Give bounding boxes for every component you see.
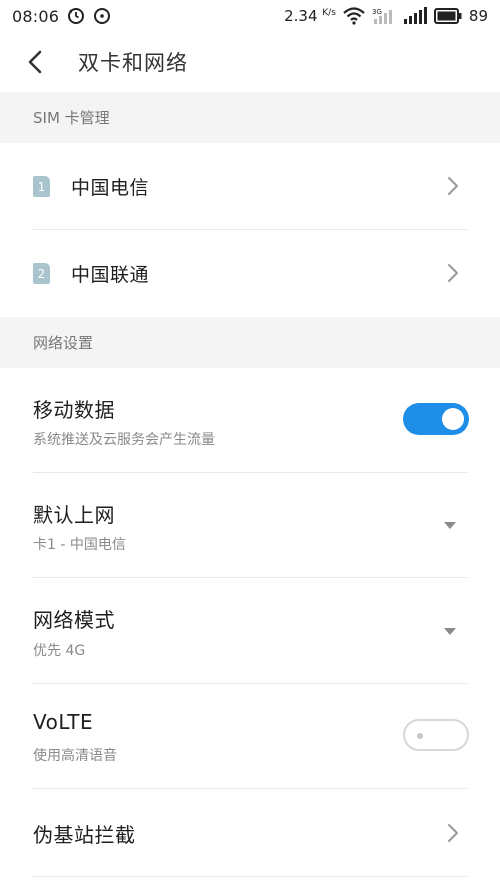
volte-toggle[interactable] [403,719,469,751]
dropdown-arrow-icon [444,522,456,529]
mobile-data-title: 移动数据 [33,398,115,422]
page-title: 双卡和网络 [78,51,188,75]
svg-text:3G: 3G [372,8,382,16]
signal-3g-icon: 3G [372,7,396,25]
sim-2-badge: 2 [33,263,50,284]
fake-station-title: 伪基站拦截 [33,823,136,847]
sim-1-label: 中国电信 [71,177,150,199]
sim-card-1-row[interactable]: 1 中国电信 [0,143,500,230]
mobile-data-row[interactable]: 移动数据 系统推送及云服务会产生流量 [0,368,500,473]
battery-icon [433,8,462,24]
status-bar: 08:06 2.34 K/s 3G 89 [0,0,500,32]
sim-card-2-row[interactable]: 2 中国联通 [0,230,500,317]
wifi-icon [343,7,365,25]
default-network-value: 卡1 - 中国电信 [33,537,126,553]
battery-level: 89 [468,7,488,25]
chevron-right-icon [448,264,458,282]
section-header-sim: SIM 卡管理 [0,92,500,143]
network-mode-row[interactable]: 网络模式 优先 4G [0,578,500,684]
chevron-right-icon [448,824,458,842]
divider [33,876,467,877]
dropdown-arrow-icon [444,628,456,635]
default-network-row[interactable]: 默认上网 卡1 - 中国电信 [0,473,500,578]
toggle-knob [442,408,464,430]
section-header-network: 网络设置 [0,317,500,368]
sim-2-label: 中国联通 [71,264,150,286]
mobile-data-subtitle: 系统推送及云服务会产生流量 [33,432,215,448]
clock-icon [93,7,111,25]
toggle-knob [417,733,423,739]
network-mode-value: 优先 4G [33,643,86,659]
status-time: 08:06 [12,6,60,26]
back-button[interactable] [0,32,70,92]
fake-station-row[interactable]: 伪基站拦截 [0,789,500,877]
volte-title: VoLTE [33,710,94,734]
volte-subtitle: 使用高清语音 [33,748,117,764]
app-header: 双卡和网络 [0,32,500,92]
signal-icon [403,7,427,25]
chevron-right-icon [448,177,458,195]
sync-icon [67,7,85,25]
network-mode-title: 网络模式 [33,608,115,632]
back-arrow-icon [28,50,42,74]
volte-row[interactable]: VoLTE 使用高清语音 [0,684,500,789]
mobile-data-toggle[interactable] [403,403,469,435]
default-network-title: 默认上网 [33,503,115,527]
network-speed: 2.34 K/s [284,7,336,25]
sim-1-badge: 1 [33,176,50,197]
